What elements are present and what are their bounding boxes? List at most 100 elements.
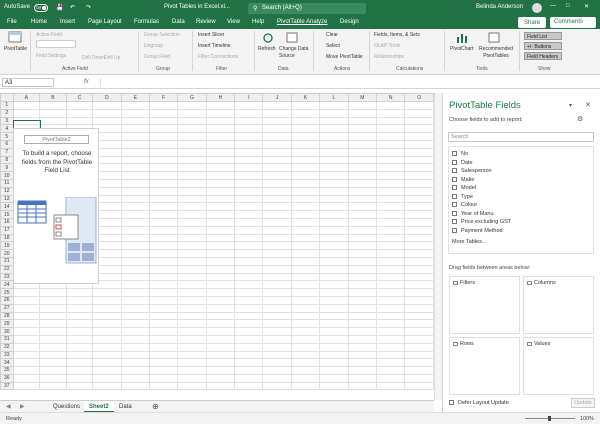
cell[interactable] — [234, 373, 264, 383]
cell[interactable] — [347, 249, 378, 258]
row-header[interactable]: 11 — [0, 178, 14, 188]
relationships-button[interactable]: Relationships — [374, 54, 404, 60]
cell[interactable] — [205, 217, 236, 227]
ungroup-button[interactable]: Ungroup — [144, 43, 163, 49]
cell[interactable] — [290, 155, 321, 165]
cell[interactable] — [234, 249, 264, 258]
cell[interactable] — [319, 350, 349, 360]
cell[interactable] — [177, 381, 207, 391]
cell[interactable] — [319, 101, 349, 110]
undo-icon[interactable]: ↶ — [70, 4, 75, 11]
cell[interactable] — [120, 132, 150, 141]
cell[interactable] — [205, 202, 236, 212]
row-header[interactable]: 8 — [0, 155, 14, 165]
cell[interactable] — [148, 319, 179, 329]
cell[interactable] — [148, 147, 179, 157]
cell[interactable] — [375, 280, 406, 290]
pane-options-icon[interactable]: ▾ — [569, 102, 572, 109]
cell[interactable] — [65, 350, 94, 360]
cell[interactable] — [39, 381, 67, 391]
cell[interactable] — [92, 288, 122, 297]
cell[interactable] — [148, 132, 179, 141]
cell[interactable] — [347, 241, 378, 251]
cell[interactable] — [347, 319, 378, 329]
cell[interactable] — [319, 373, 349, 383]
cell[interactable] — [148, 288, 179, 297]
cell[interactable] — [92, 334, 122, 344]
cell[interactable] — [347, 334, 378, 344]
cell[interactable] — [290, 163, 321, 173]
filter-connections-button[interactable]: Filter Connections — [198, 54, 238, 60]
cell[interactable] — [319, 202, 349, 212]
cell[interactable] — [234, 350, 264, 360]
cell[interactable] — [262, 249, 292, 258]
cell[interactable] — [65, 366, 94, 375]
cell[interactable] — [290, 132, 321, 141]
cell[interactable] — [262, 186, 292, 196]
cell[interactable] — [177, 132, 207, 141]
cell[interactable] — [262, 381, 292, 391]
field-item[interactable]: Date — [452, 159, 473, 168]
change-data-source-button[interactable]: Change Data Source — [279, 46, 309, 60]
row-header[interactable]: 26 — [0, 295, 14, 305]
cell[interactable] — [290, 249, 321, 258]
values-area[interactable]: Values — [523, 337, 594, 395]
cell[interactable] — [12, 381, 41, 391]
cell[interactable] — [234, 139, 264, 149]
cell[interactable] — [205, 233, 236, 243]
cell[interactable] — [262, 163, 292, 173]
cell[interactable] — [177, 178, 207, 188]
row-header[interactable]: 27 — [0, 303, 14, 313]
cell[interactable] — [375, 342, 406, 352]
cell[interactable] — [12, 366, 41, 375]
cell[interactable] — [290, 256, 321, 266]
cell[interactable] — [234, 311, 264, 321]
cell[interactable] — [148, 303, 179, 313]
cell[interactable] — [375, 139, 406, 149]
cell[interactable] — [234, 319, 264, 329]
cell[interactable] — [120, 171, 150, 180]
row-header[interactable]: 23 — [0, 272, 14, 282]
cell[interactable] — [375, 217, 406, 227]
cell[interactable] — [234, 186, 264, 196]
tab-page-layout[interactable]: Page Layout — [88, 19, 122, 25]
cell[interactable] — [375, 303, 406, 313]
defer-layout-update[interactable]: Defer Layout Update — [449, 400, 509, 406]
cell[interactable] — [120, 272, 150, 282]
cell[interactable] — [205, 311, 236, 321]
active-field-input[interactable] — [36, 40, 76, 48]
row-header[interactable]: 14 — [0, 202, 14, 212]
pivottable-button[interactable]: PivotTable — [4, 46, 27, 52]
row-header[interactable]: 19 — [0, 241, 14, 251]
cell[interactable] — [404, 272, 434, 282]
cell[interactable] — [92, 319, 122, 329]
cell[interactable] — [120, 101, 150, 110]
cell[interactable] — [177, 116, 207, 126]
field-item[interactable]: Colour — [452, 202, 477, 210]
cell[interactable] — [177, 202, 207, 212]
cell[interactable] — [177, 210, 207, 219]
cell[interactable] — [177, 288, 207, 297]
row-header[interactable]: 37 — [0, 381, 14, 391]
cell[interactable] — [290, 303, 321, 313]
cell[interactable] — [319, 264, 349, 274]
cell[interactable] — [290, 202, 321, 212]
cell[interactable] — [262, 280, 292, 290]
cell[interactable] — [375, 249, 406, 258]
cell[interactable] — [148, 256, 179, 266]
cell[interactable] — [120, 225, 150, 235]
cell[interactable] — [262, 147, 292, 157]
cell[interactable] — [262, 342, 292, 352]
cell[interactable] — [290, 280, 321, 290]
cell[interactable] — [347, 139, 378, 149]
cell[interactable] — [404, 225, 434, 235]
cell[interactable] — [205, 147, 236, 157]
cell[interactable] — [234, 202, 264, 212]
cell[interactable] — [375, 311, 406, 321]
cell[interactable] — [347, 108, 378, 118]
cell[interactable] — [290, 288, 321, 297]
cell[interactable] — [205, 373, 236, 383]
row-header[interactable]: 36 — [0, 373, 14, 383]
cell[interactable] — [375, 366, 406, 375]
cell[interactable] — [39, 116, 67, 126]
